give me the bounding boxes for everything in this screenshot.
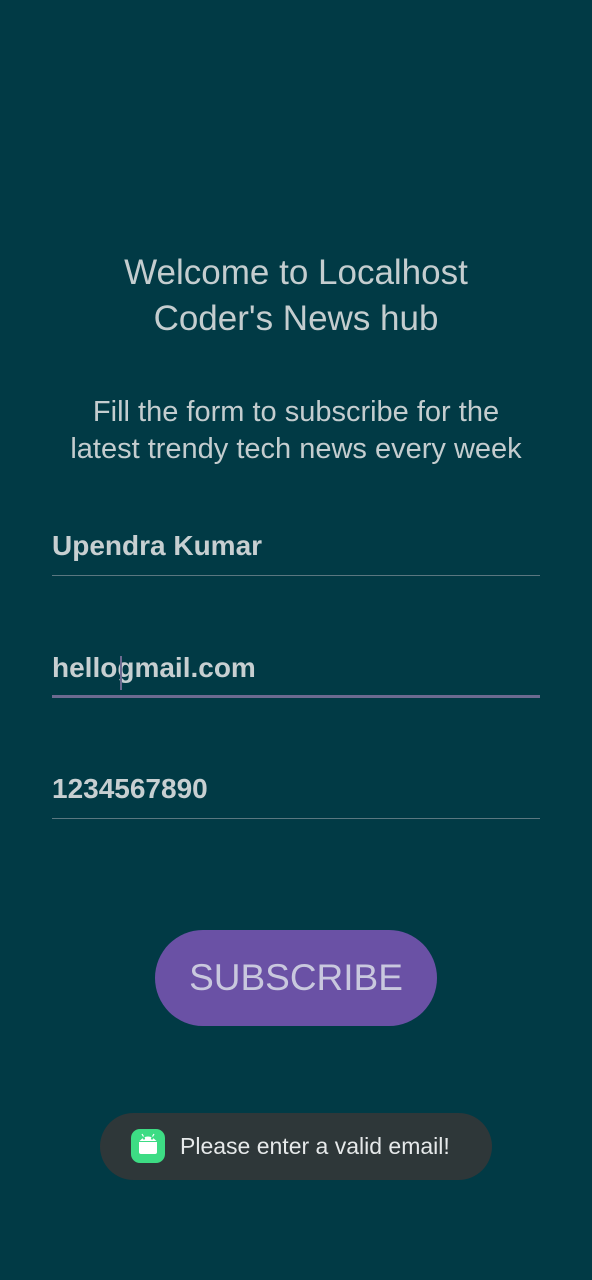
subtitle-line-2: latest trendy tech news every week [70,433,522,465]
screen: Welcome to Localhost Coder's News hub Fi… [0,0,592,1280]
email-field-underline [52,695,540,698]
toast-message: Please enter a valid email! [100,1113,492,1180]
name-field-value: Upendra Kumar [52,530,263,561]
text-cursor [120,656,122,690]
name-field[interactable]: Upendra Kumar [52,528,540,576]
subtitle-line-1: Fill the form to subscribe for the [92,396,500,428]
email-field-value: hellogmail.com [52,652,256,683]
email-field[interactable]: hellogmail.com [52,650,540,698]
name-field-underline [52,575,540,576]
phone-field-value: 1234567890 [52,773,208,804]
page-subtitle: Fill the form to subscribe for the lates… [0,394,592,468]
phone-field[interactable]: 1234567890 [52,771,540,819]
phone-field-underline [52,818,540,819]
subscribe-button[interactable]: SUBSCRIBE [155,930,437,1026]
toast-text: Please enter a valid email! [180,1133,450,1159]
android-app-icon [131,1129,165,1163]
page-title: Welcome to Localhost Coder's News hub [0,250,592,342]
title-line-1: Welcome to Localhost [124,253,468,292]
title-line-2: Coder's News hub [153,299,439,338]
